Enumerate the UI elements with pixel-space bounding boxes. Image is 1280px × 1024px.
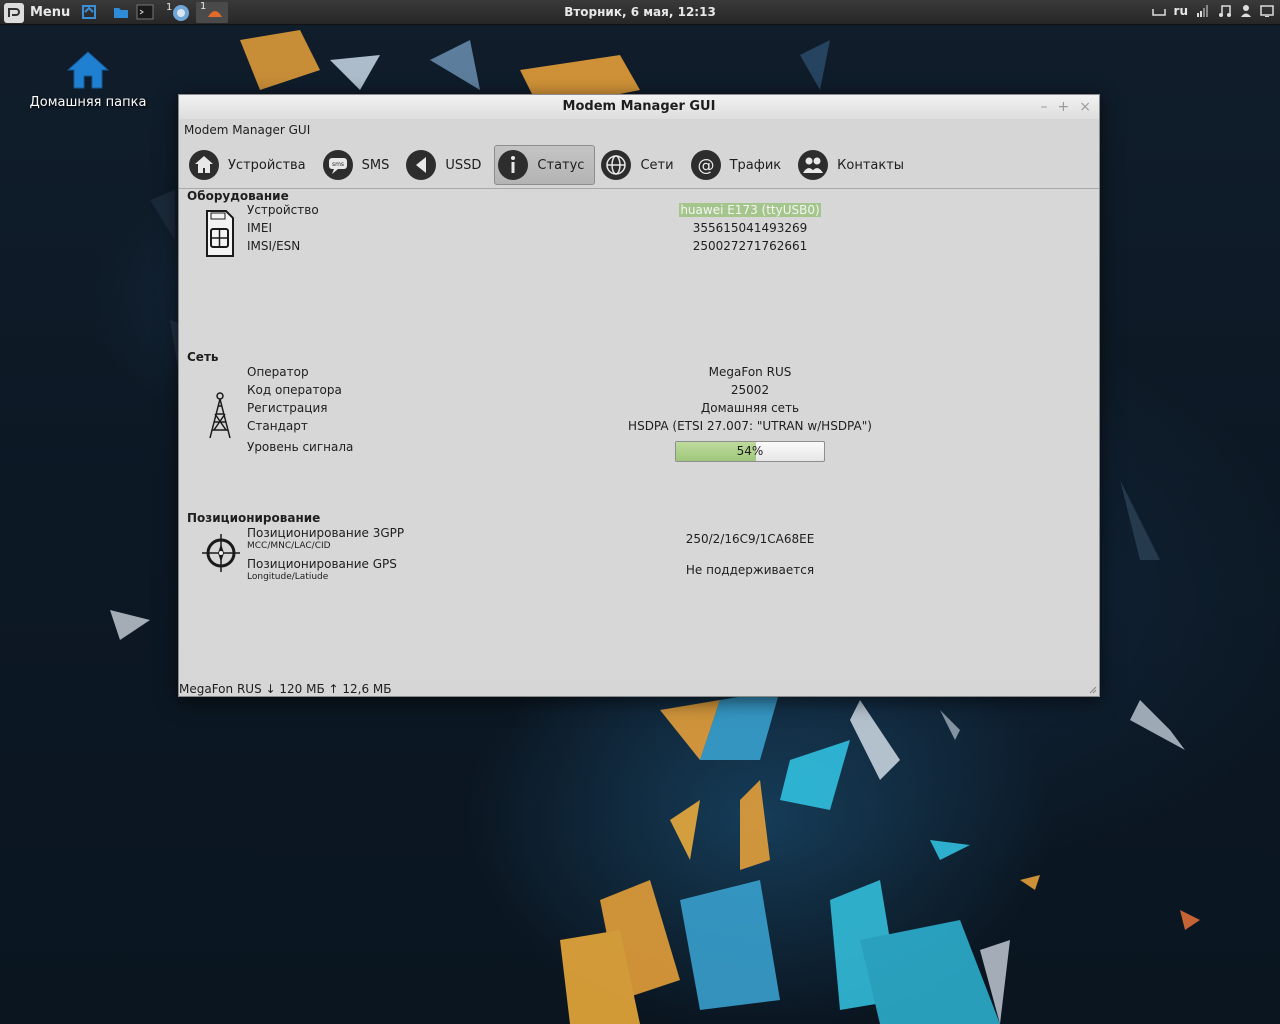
location-3gpp-label: Позиционирование 3GPP <box>247 526 405 540</box>
tab-contacts-label: Контакты <box>837 157 905 173</box>
svg-text:@: @ <box>697 156 714 176</box>
at-icon: @ <box>690 150 721 180</box>
signal-strength-icon[interactable] <box>1196 4 1210 18</box>
desktop-home-folder[interactable]: Домашняя папка <box>22 50 154 110</box>
sim-card-icon <box>206 210 234 257</box>
tab-networks-label: Сети <box>640 157 674 173</box>
location-3gpp-value[interactable]: 250/2/16C9/1CA68EE <box>550 532 950 546</box>
keyboard-layout-indicator[interactable]: ru <box>1174 4 1188 18</box>
location-gps-value[interactable]: Не поддерживается <box>550 563 950 577</box>
ussd-icon <box>406 150 437 180</box>
operator-code-label: Код оператора <box>247 383 342 397</box>
hardware-section-title: Оборудование <box>187 189 289 203</box>
home-icon <box>189 150 219 180</box>
keyboard-icon[interactable] <box>1151 5 1166 17</box>
globe-icon <box>601 150 632 180</box>
location-gps-label: Позиционирование GPS <box>247 557 397 571</box>
distro-logo-icon <box>4 2 24 23</box>
standard-value[interactable]: HSDPA (ETSI 27.007: "UTRAN w/HSDPA") <box>550 419 950 433</box>
maximize-button[interactable]: + <box>1058 95 1070 119</box>
sms-icon: sms <box>322 150 353 180</box>
signal-level-bar: 54% <box>675 441 825 462</box>
imei-value[interactable]: 355615041493269 <box>550 221 950 235</box>
window-titlebar[interactable]: Modem Manager GUI – + × <box>179 95 1099 119</box>
operator-value[interactable]: MegaFon RUS <box>550 365 950 379</box>
network-section-title: Сеть <box>187 350 219 364</box>
location-gps-sublabel: Longitude/Latiude <box>247 572 329 582</box>
tab-sms-label: SMS <box>361 157 390 173</box>
toolbar: Устройства sms SMS USSD Статус Сети @ Тр… <box>185 144 917 186</box>
contacts-icon <box>798 150 829 180</box>
close-button[interactable]: × <box>1079 95 1091 119</box>
file-manager-icon[interactable] <box>112 3 130 21</box>
imsi-label: IMSI/ESN <box>247 239 301 253</box>
tab-sms[interactable]: sms SMS <box>319 145 401 185</box>
cell-tower-icon <box>209 392 231 439</box>
system-tray: ru <box>1151 4 1274 18</box>
main-menu-button[interactable]: Menu <box>4 2 70 23</box>
imsi-value[interactable]: 250027271762661 <box>550 239 950 253</box>
tab-traffic-label: Трафик <box>729 157 782 173</box>
svg-text:sms: sms <box>332 161 344 168</box>
home-folder-label: Домашняя папка <box>29 95 147 110</box>
registration-label: Регистрация <box>247 401 328 415</box>
tab-ussd[interactable]: USSD <box>402 145 492 185</box>
music-icon[interactable] <box>1218 4 1232 18</box>
tab-networks[interactable]: Сети <box>597 145 684 185</box>
tab-devices-label: Устройства <box>228 157 306 173</box>
info-icon <box>498 150 529 180</box>
home-folder-icon <box>66 51 110 89</box>
operator-label: Оператор <box>247 365 309 379</box>
tab-contacts[interactable]: Контакты <box>794 145 915 185</box>
registration-value[interactable]: Домашняя сеть <box>550 401 950 415</box>
terminal-icon[interactable] <box>136 3 154 21</box>
location-3gpp-sublabel: MCC/MNC/LAC/CID <box>247 541 331 551</box>
modem-app-icon <box>208 11 222 17</box>
minimize-button[interactable]: – <box>1041 95 1048 119</box>
browser-icon[interactable] <box>172 4 190 22</box>
tab-status-label: Статус <box>537 157 585 173</box>
location-section-title: Позиционирование <box>187 511 321 525</box>
display-icon[interactable] <box>1260 4 1274 18</box>
status-page: Оборудование Устройство huawei E173 (tty… <box>179 189 1099 679</box>
imei-label: IMEI <box>247 221 273 235</box>
status-bar: MegaFon RUS ↓ 120 МБ ↑ 12,6 МБ <box>179 682 392 696</box>
tab-devices[interactable]: Устройства <box>185 145 317 185</box>
tab-traffic[interactable]: @ Трафик <box>687 145 793 185</box>
user-icon[interactable] <box>1240 4 1252 18</box>
standard-label: Стандарт <box>247 419 308 433</box>
taskbar-modem-manager[interactable]: 1 <box>196 1 228 23</box>
device-value[interactable]: huawei E173 (ttyUSB0) <box>679 203 821 217</box>
window-title: Modem Manager GUI <box>562 99 716 114</box>
clock[interactable]: Вторник, 6 мая, 12:13 <box>564 5 716 19</box>
signal-level-text: 54% <box>736 444 764 458</box>
tab-ussd-label: USSD <box>445 157 482 173</box>
operator-code-value[interactable]: 25002 <box>550 383 950 397</box>
top-panel: Menu 1 1 Вторник, 6 мая, 12:13 ru <box>0 0 1280 25</box>
compass-icon <box>202 534 240 572</box>
menu-label: Menu <box>30 5 71 20</box>
modem-manager-window: Modem Manager GUI – + × Modem Manager GU… <box>178 94 1100 697</box>
resize-grip-icon[interactable] <box>1089 686 1097 694</box>
tab-status[interactable]: Статус <box>494 145 596 185</box>
show-desktop-icon[interactable] <box>80 3 98 21</box>
signal-level-label: Уровень сигнала <box>247 440 354 454</box>
device-label: Устройство <box>247 203 319 217</box>
app-menu[interactable]: Modem Manager GUI <box>184 123 310 137</box>
